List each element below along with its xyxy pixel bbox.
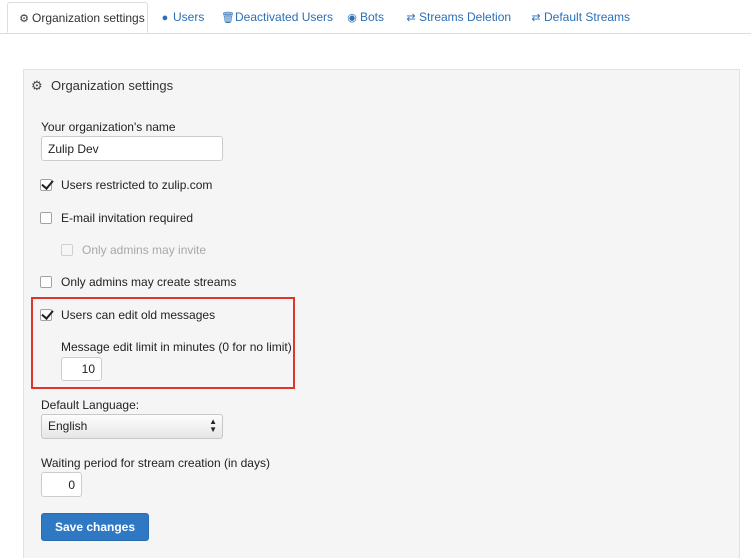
exchange-icon: ⇄ [406, 12, 416, 24]
invite-admins-only-label: Only admins may invite [82, 243, 207, 257]
gear-icon: ⚙ [31, 78, 43, 93]
tab-label: Users [173, 10, 205, 24]
tab-bots[interactable]: ◉ Bots [346, 2, 384, 32]
tab-organization-settings[interactable]: ⚙ Organization settings [7, 2, 148, 33]
invite-required-checkbox[interactable] [40, 212, 52, 224]
message-edit-limit-label: Message edit limit in minutes (0 for no … [61, 340, 292, 354]
restricted-to-domain-checkbox[interactable] [40, 179, 52, 191]
allow-message-editing-label: Users can edit old messages [61, 308, 216, 322]
panel-title-text: Organization settings [51, 78, 174, 93]
save-changes-button[interactable]: Save changes [41, 513, 149, 541]
allow-message-editing-checkbox[interactable] [40, 309, 52, 321]
default-language-select[interactable]: English ▲ ▼ [41, 414, 223, 439]
user-icon: ● [161, 12, 169, 24]
org-name-input[interactable] [41, 136, 223, 161]
default-language-label: Default Language: [41, 398, 140, 412]
tab-default-streams[interactable]: ⇄ Default Streams [530, 2, 630, 32]
invite-admins-only-checkbox [61, 244, 73, 256]
gear-icon: ⚙ [19, 13, 29, 25]
waiting-period-input[interactable] [41, 472, 82, 497]
tab-label: Deactivated Users [235, 10, 334, 24]
create-stream-admins-only-checkbox[interactable] [40, 276, 52, 288]
restricted-to-domain-label: Users restricted to zulip.com [61, 178, 213, 192]
panel-title: ⚙ Organization settings [31, 78, 173, 94]
exchange-icon: ⇄ [531, 12, 541, 24]
org-name-label: Your organization's name [41, 120, 176, 134]
tab-label: Default Streams [544, 10, 631, 24]
tab-label: Organization settings [32, 11, 145, 25]
create-stream-admins-only-label: Only admins may create streams [61, 275, 237, 289]
message-edit-limit-input[interactable] [61, 357, 102, 381]
tab-streams-deletion[interactable]: ⇄ Streams Deletion [405, 2, 511, 32]
github-icon: ◉ [347, 12, 357, 24]
waiting-period-label: Waiting period for stream creation (in d… [41, 456, 270, 470]
tab-deactivated-users[interactable]: 🗑Deactivated Users [221, 2, 333, 32]
tab-label: Bots [360, 10, 385, 24]
tab-label: Streams Deletion [419, 10, 512, 24]
select-arrows-icon: ▲ ▼ [209, 417, 217, 434]
tab-users[interactable]: ● Users [159, 2, 205, 32]
invite-required-label: E-mail invitation required [61, 211, 194, 225]
default-language-value: English [48, 419, 88, 433]
settings-tabs: ⚙ Organization settings ● Users 🗑Deactivat… [0, 0, 751, 34]
trash-icon: 🗑 [221, 12, 235, 24]
